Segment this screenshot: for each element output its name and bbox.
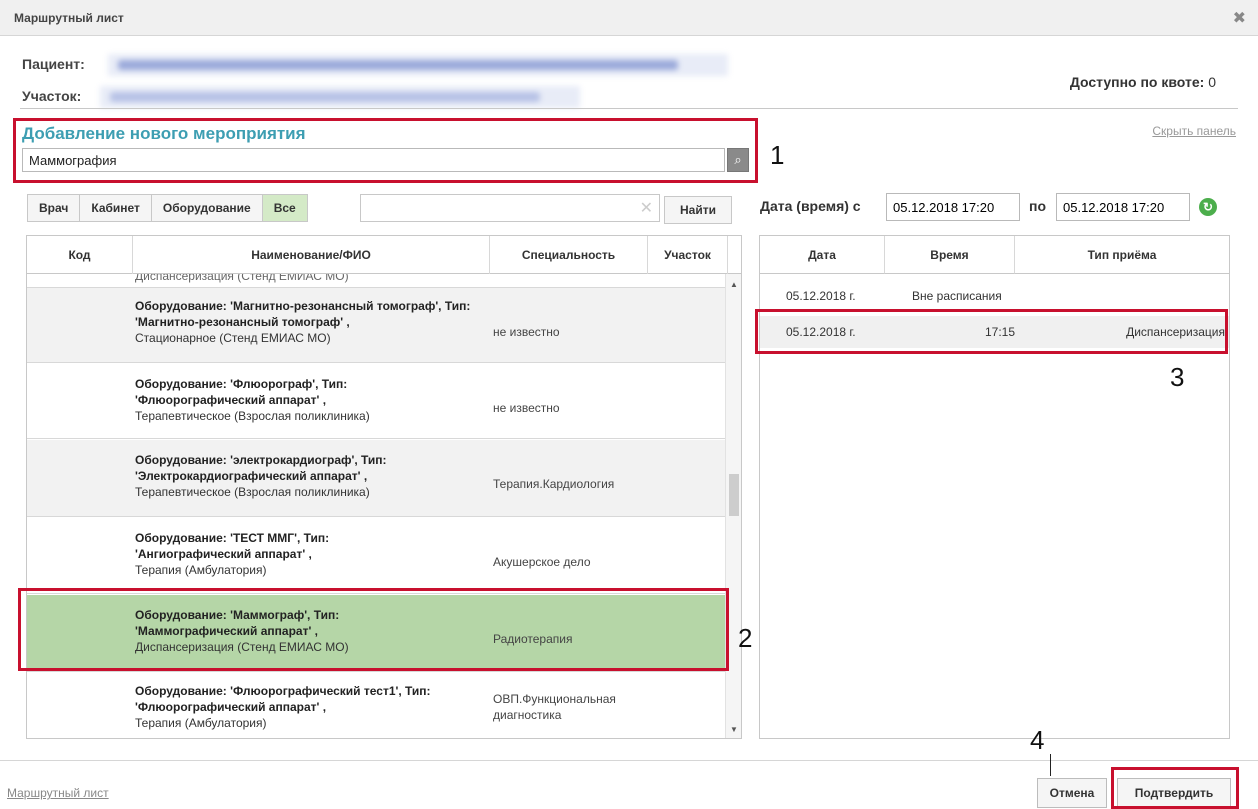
row-specialty: не известно: [493, 401, 560, 415]
table-row[interactable]: Оборудование: 'Флюорографический тест1',…: [27, 673, 725, 738]
refresh-icon[interactable]: ↻: [1199, 198, 1217, 216]
row-specialty: ОВП.Функциональная диагностика: [493, 692, 616, 722]
row-name-sub: Терапевтическое (Взрослая поликлиника): [135, 485, 370, 499]
route-sheet-link[interactable]: Маршрутный лист: [7, 786, 109, 800]
schedule-row[interactable]: 05.12.2018 г. Вне расписания: [760, 280, 1229, 312]
scroll-thumb[interactable]: [729, 474, 739, 516]
find-button[interactable]: Найти: [664, 196, 732, 224]
annotation-box-3: [755, 309, 1228, 354]
table-row[interactable]: Оборудование: 'электрокардиограф', Тип: …: [27, 440, 725, 517]
col-specialty[interactable]: Специальность: [490, 236, 648, 274]
row-name-sub: Терапевтическое (Взрослая поликлиника): [135, 409, 370, 423]
col-name[interactable]: Наименование/ФИО: [133, 236, 490, 274]
row-name-sub: Терапия (Амбулатория): [135, 716, 267, 730]
filter-text-input[interactable]: ✕: [360, 194, 660, 222]
slot-date: 05.12.2018 г.: [786, 289, 856, 303]
window-title: Маршрутный лист: [14, 11, 124, 25]
row-specialty: Акушерское дело: [493, 555, 591, 569]
district-label: Участок:: [22, 88, 82, 104]
divider: [20, 108, 1238, 109]
row-name: Оборудование: 'Флюорографический тест1',…: [135, 684, 431, 714]
row-name-sub: Терапия (Амбулатория): [135, 563, 267, 577]
text-cursor: [1050, 754, 1051, 776]
patient-label: Пациент:: [22, 56, 85, 72]
table-row[interactable]: Диспансеризация (Стенд ЕМИАС МО): [27, 274, 725, 288]
col-appointment-type[interactable]: Тип приёма: [1015, 236, 1229, 274]
patient-name-redacted: [108, 54, 728, 76]
date-from-label: Дата (время) с: [760, 198, 861, 214]
row-name: Оборудование: 'электрокардиограф', Тип: …: [135, 453, 387, 483]
row-name-sub: Диспансеризация (Стенд ЕМИАС МО): [135, 274, 349, 283]
col-district[interactable]: Участок: [648, 236, 728, 274]
date-to-input[interactable]: [1056, 193, 1190, 221]
table-row[interactable]: Оборудование: 'Флюорограф', Тип: 'Флюоро…: [27, 364, 725, 439]
row-name: Оборудование: 'Флюорограф', Тип: 'Флюоро…: [135, 377, 348, 407]
col-date[interactable]: Дата: [760, 236, 885, 274]
quota: Доступно по квоте: 0: [1070, 74, 1216, 90]
row-name: Оборудование: 'ТЕСТ ММГ', Тип: 'Ангиогра…: [135, 531, 330, 561]
row-name-sub: Стационарное (Стенд ЕМИАС МО): [135, 331, 331, 345]
close-icon[interactable]: ✖: [1233, 8, 1246, 28]
annotation-number-3: 3: [1170, 362, 1185, 392]
row-specialty: не известно: [493, 325, 560, 339]
quota-value: 0: [1208, 74, 1216, 90]
row-specialty: Терапия.Кардиология: [493, 477, 615, 491]
hide-panel-link[interactable]: Скрыть панель: [1152, 124, 1236, 138]
window-titlebar: Маршрутный лист ✖: [0, 0, 1258, 36]
annotation-box-1: [13, 118, 758, 183]
slot-time: Вне расписания: [912, 289, 1002, 303]
resource-filter-tabs: Врач Кабинет Оборудование Все: [27, 194, 308, 222]
row-name: Оборудование: 'Магнитно-резонансный томо…: [135, 299, 471, 329]
annotation-box-4: [1111, 767, 1239, 809]
annotation-box-2: [18, 588, 729, 671]
table-row[interactable]: Оборудование: 'Магнитно-резонансный томо…: [27, 288, 725, 363]
district-value-redacted: [100, 86, 580, 108]
footer-divider: [0, 760, 1258, 761]
scroll-up-icon[interactable]: ▲: [730, 280, 738, 289]
col-time[interactable]: Время: [885, 236, 1015, 274]
clear-icon[interactable]: ✕: [640, 198, 653, 218]
filter-doctor[interactable]: Врач: [27, 194, 81, 222]
table-row[interactable]: Оборудование: 'ТЕСТ ММГ', Тип: 'Ангиогра…: [27, 518, 725, 594]
annotation-number-2: 2: [738, 623, 753, 653]
cancel-button[interactable]: Отмена: [1037, 778, 1107, 808]
annotation-number-4: 4: [1030, 725, 1045, 755]
date-from-input[interactable]: [886, 193, 1020, 221]
resource-table-header: Код Наименование/ФИО Специальность Участ…: [27, 236, 741, 274]
filter-equipment[interactable]: Оборудование: [150, 194, 263, 222]
col-code[interactable]: Код: [27, 236, 133, 274]
scroll-down-icon[interactable]: ▼: [730, 725, 738, 734]
filter-cabinet[interactable]: Кабинет: [79, 194, 152, 222]
date-to-label: по: [1029, 198, 1047, 214]
filter-all[interactable]: Все: [261, 194, 308, 222]
quota-label: Доступно по квоте:: [1069, 74, 1205, 90]
annotation-number-1: 1: [770, 140, 785, 170]
